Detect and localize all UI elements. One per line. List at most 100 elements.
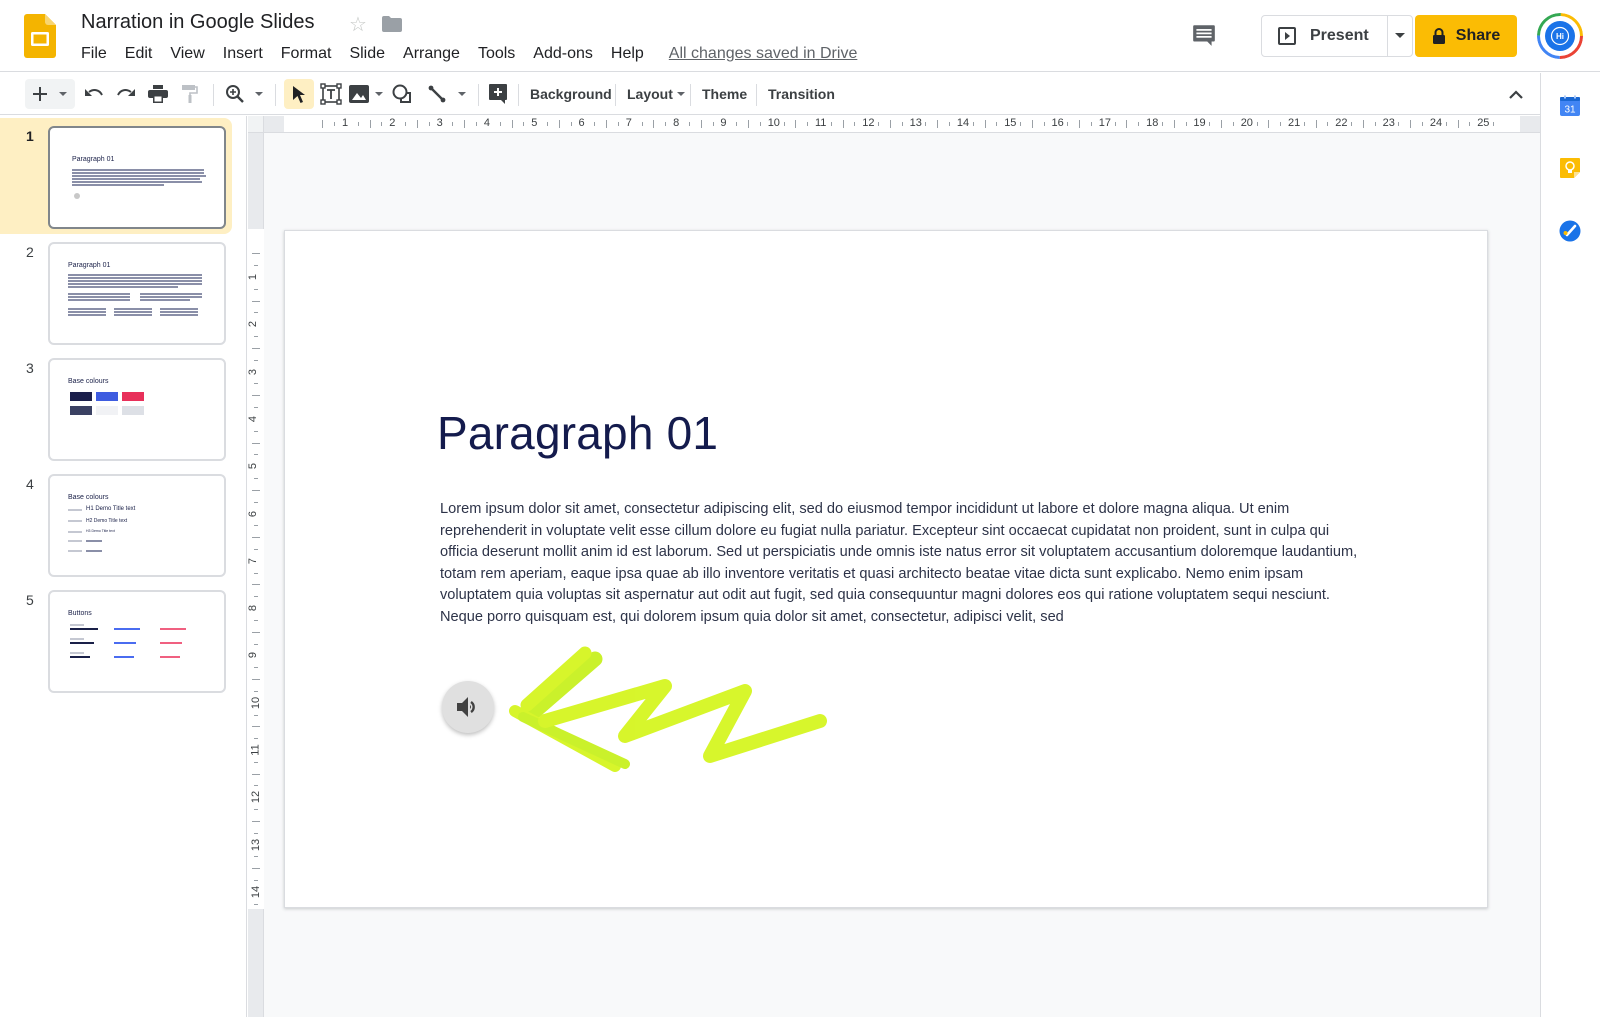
thumb-text-line bbox=[68, 308, 106, 310]
toolbar-divider bbox=[756, 84, 757, 106]
toolbar-divider bbox=[275, 84, 276, 106]
shape-button[interactable] bbox=[390, 79, 414, 109]
account-avatar[interactable]: Hi bbox=[1537, 13, 1583, 59]
thumb-heading-h2: H2 Demo Title text bbox=[86, 518, 128, 524]
slide-thumbnail[interactable]: Buttons bbox=[48, 590, 226, 693]
add-comment-button[interactable] bbox=[486, 79, 510, 109]
present-icon bbox=[1278, 27, 1296, 45]
menu-slide[interactable]: Slide bbox=[340, 44, 394, 64]
chevron-up-icon[interactable] bbox=[1504, 83, 1528, 107]
transition-button[interactable]: Transition bbox=[768, 79, 835, 109]
new-slide-button[interactable] bbox=[25, 79, 75, 109]
ruler-tick bbox=[617, 122, 619, 126]
slide-thumbnail-row-5[interactable]: 5 Buttons bbox=[0, 582, 232, 698]
insert-image-button[interactable] bbox=[348, 79, 384, 109]
select-tool-button[interactable] bbox=[284, 79, 314, 109]
ruler-tick bbox=[254, 880, 258, 882]
ruler-tick bbox=[748, 120, 750, 128]
slide-thumbnail-row-2[interactable]: 2 Paragraph 01 bbox=[0, 234, 232, 350]
vertical-ruler[interactable]: 1 2 3 4 5 6 7 8 9 10 11 12 13 14 bbox=[247, 133, 264, 1017]
ruler-label: 3 bbox=[436, 117, 443, 129]
slide-thumbnail[interactable]: Paragraph 01 bbox=[48, 126, 226, 229]
background-button[interactable]: Background bbox=[530, 79, 612, 109]
menu-edit[interactable]: Edit bbox=[116, 44, 162, 64]
text-box-button[interactable] bbox=[318, 79, 344, 109]
ruler-tick bbox=[1362, 120, 1364, 128]
ruler-tick bbox=[1067, 122, 1069, 126]
current-slide[interactable]: Paragraph 01 Lorem ipsum dolor sit amet,… bbox=[284, 230, 1488, 908]
ruler-label: 17 bbox=[1098, 117, 1112, 129]
keep-icon[interactable] bbox=[1559, 157, 1581, 179]
menu-add-ons[interactable]: Add-ons bbox=[524, 44, 602, 64]
present-button[interactable]: Present bbox=[1262, 16, 1388, 56]
ruler-label: 23 bbox=[1382, 117, 1395, 129]
slide-body-text[interactable]: Lorem ipsum dolor sit amet, consectetur … bbox=[440, 499, 1400, 628]
slide-thumbnail[interactable]: Base colours bbox=[48, 358, 226, 461]
menu-insert[interactable]: Insert bbox=[214, 44, 272, 64]
ruler-tick bbox=[254, 548, 258, 550]
ruler-tick bbox=[712, 122, 714, 126]
menu-tools[interactable]: Tools bbox=[469, 44, 524, 64]
menu-arrange[interactable]: Arrange bbox=[394, 44, 469, 64]
thumb-text-line bbox=[160, 311, 198, 313]
ruler-tick bbox=[254, 903, 258, 905]
ruler-tick bbox=[254, 501, 258, 503]
ruler-label: 5 bbox=[531, 117, 538, 129]
ruler-tick bbox=[688, 122, 690, 126]
slide-thumbnail[interactable]: Paragraph 01 bbox=[48, 242, 226, 345]
present-dropdown-button[interactable] bbox=[1388, 16, 1412, 56]
ruler-tick bbox=[984, 120, 986, 128]
undo-button[interactable] bbox=[83, 79, 105, 109]
ruler-label: 6 bbox=[247, 510, 260, 517]
document-title[interactable]: Narration in Google Slides bbox=[81, 11, 314, 34]
theme-button[interactable]: Theme bbox=[702, 79, 747, 109]
comment-history-icon[interactable] bbox=[1191, 22, 1217, 48]
thumb-text-line bbox=[68, 293, 130, 295]
tasks-icon[interactable] bbox=[1559, 220, 1581, 242]
zoom-button[interactable] bbox=[221, 79, 267, 109]
ruler-tick bbox=[252, 489, 260, 491]
slide-thumbnail-row-3[interactable]: 3 Base colours bbox=[0, 350, 232, 466]
ruler-tick bbox=[854, 122, 856, 126]
ruler-tick bbox=[499, 122, 501, 126]
ruler-tick bbox=[1327, 122, 1329, 126]
ruler-tick bbox=[428, 122, 430, 126]
thumb-text-line bbox=[70, 642, 94, 644]
ruler-tick bbox=[665, 122, 667, 126]
ruler-tick bbox=[594, 122, 596, 126]
layout-button[interactable]: Layout bbox=[627, 79, 685, 109]
redo-button[interactable] bbox=[115, 79, 137, 109]
save-status-link[interactable]: All changes saved in Drive bbox=[669, 44, 858, 64]
slide-thumbnail-row-4[interactable]: 4 Base colours H1 Demo Title text H2 Dem… bbox=[0, 466, 232, 582]
slide-thumbnail[interactable]: Base colours H1 Demo Title text H2 Demo … bbox=[48, 474, 226, 577]
thumb-text-line bbox=[68, 311, 106, 313]
thumb-text-line bbox=[114, 642, 136, 644]
ruler-tick bbox=[1221, 120, 1223, 128]
caret-down-icon bbox=[676, 91, 685, 96]
redo-icon bbox=[117, 89, 135, 96]
paint-format-button[interactable] bbox=[179, 79, 201, 109]
horizontal-ruler[interactable]: 1 2 3 4 5 6 7 8 9 10 11 12 13 14 15 16 17 18 19 20 21 22 23 24 2… bbox=[264, 116, 1540, 133]
ruler-tick bbox=[254, 690, 258, 692]
menu-help[interactable]: Help bbox=[602, 44, 653, 64]
google-slides-logo[interactable] bbox=[24, 14, 56, 58]
text-box-icon bbox=[320, 83, 342, 105]
slide-thumbnail-row-1[interactable]: 1 Paragraph 01 bbox=[0, 118, 232, 234]
folder-icon[interactable] bbox=[382, 16, 402, 32]
audio-play-button[interactable] bbox=[442, 681, 494, 733]
share-button[interactable]: Share bbox=[1415, 15, 1517, 57]
line-button[interactable] bbox=[424, 79, 470, 109]
menu-view[interactable]: View bbox=[161, 44, 213, 64]
ruler-tick bbox=[252, 253, 260, 255]
star-outline-icon[interactable]: ☆ bbox=[349, 12, 367, 37]
ruler-tick bbox=[795, 120, 797, 128]
menu-file[interactable]: File bbox=[72, 44, 116, 64]
toolbar-divider bbox=[213, 84, 214, 106]
menu-format[interactable]: Format bbox=[272, 44, 341, 64]
thumb-text-line bbox=[114, 314, 152, 316]
slide-title[interactable]: Paragraph 01 bbox=[437, 406, 718, 460]
ruler-tick bbox=[1268, 120, 1270, 128]
ruler-tick bbox=[254, 525, 258, 527]
calendar-icon[interactable]: 31 bbox=[1559, 95, 1581, 117]
print-button[interactable] bbox=[147, 79, 169, 109]
